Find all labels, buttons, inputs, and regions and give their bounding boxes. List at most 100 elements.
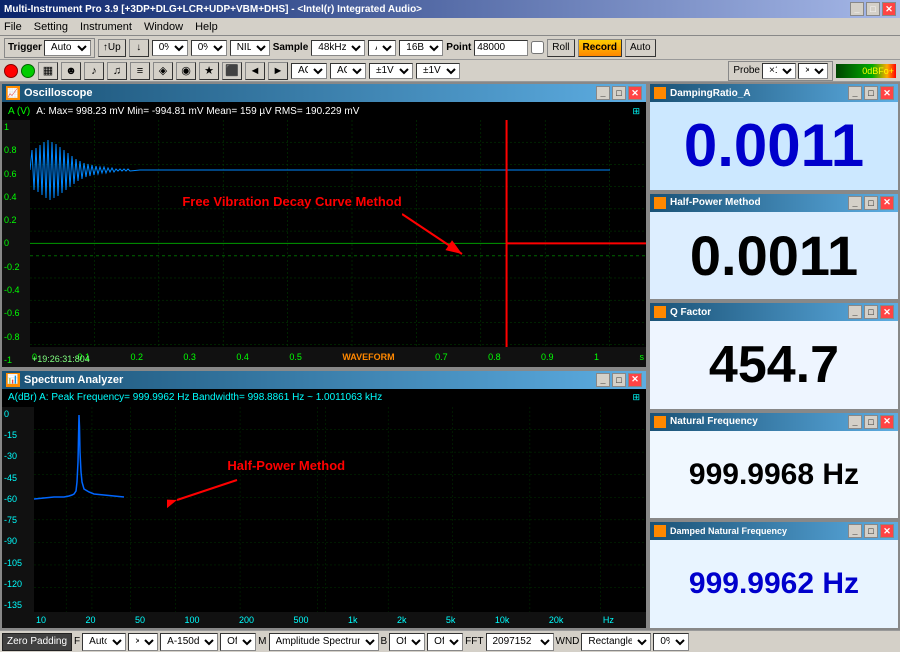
green-indicator xyxy=(21,64,35,78)
maximize-btn[interactable]: □ xyxy=(866,2,880,16)
damping-ratio-controls: _ □ ✕ xyxy=(848,86,894,100)
osc-x-axis: 0 0.1 0.2 0.3 0.4 0.5 WAVEFORM 0.7 0.8 0… xyxy=(30,347,646,367)
damping-minimize[interactable]: _ xyxy=(848,86,862,100)
off-select1[interactable]: Off xyxy=(220,633,256,651)
amp-spectrum-select[interactable]: Amplitude Spectrum xyxy=(269,633,379,651)
natural-freq-icon xyxy=(654,416,666,428)
half-power-maximize[interactable]: □ xyxy=(864,196,878,210)
pct-select-bottom[interactable]: 0% xyxy=(653,633,689,651)
wnd-select[interactable]: Rectangle xyxy=(581,633,651,651)
wnd-label: WND xyxy=(556,636,580,647)
osc-y-06: 0.6 xyxy=(4,169,28,179)
up-btn[interactable]: ↑Up xyxy=(98,39,126,57)
half-power-minimize[interactable]: _ xyxy=(848,196,862,210)
half-power-close[interactable]: ✕ xyxy=(880,196,894,210)
damping-ratio-title-bar: DampingRatio_A _ □ ✕ xyxy=(650,84,898,102)
q-factor-minimize[interactable]: _ xyxy=(848,305,862,319)
osc-y-n06: -0.6 xyxy=(4,308,28,318)
f-select[interactable]: Auto xyxy=(82,633,126,651)
spectrum-minimize[interactable]: _ xyxy=(596,373,610,387)
point-input[interactable] xyxy=(474,40,528,56)
probe-select[interactable]: ×1 xyxy=(762,63,796,79)
menu-help[interactable]: Help xyxy=(195,21,218,33)
nil-select[interactable]: NIL xyxy=(230,40,270,56)
q-factor-maximize[interactable]: □ xyxy=(864,305,878,319)
osc-icon: 📈 xyxy=(6,86,20,100)
spectrum-maximize[interactable]: □ xyxy=(612,373,626,387)
x1-select-bottom[interactable]: ×1 xyxy=(128,633,158,651)
osc-close[interactable]: ✕ xyxy=(628,86,642,100)
osc-status-bar: A (V) A: Max= 998.23 mV Min= -994.81 mV … xyxy=(2,102,646,120)
ac-select1[interactable]: AC xyxy=(291,63,327,79)
toolbar-icon-8[interactable]: ★ xyxy=(199,62,219,80)
sample-select[interactable]: 48kHz xyxy=(311,40,365,56)
osc-y-1: 1 xyxy=(4,122,28,132)
fft-label: FFT xyxy=(465,636,483,647)
damping-close[interactable]: ✕ xyxy=(880,86,894,100)
damped-freq-close[interactable]: ✕ xyxy=(880,524,894,538)
close-btn[interactable]: ✕ xyxy=(882,2,896,16)
ch-select[interactable]: A xyxy=(368,40,396,56)
natural-freq-minimize[interactable]: _ xyxy=(848,415,862,429)
x1-select[interactable]: ×1 xyxy=(798,63,828,79)
menu-instrument[interactable]: Instrument xyxy=(80,21,132,33)
off-select2[interactable]: Off xyxy=(389,633,425,651)
menu-setting[interactable]: Setting xyxy=(34,21,68,33)
zero-padding-btn[interactable]: Zero Padding xyxy=(2,633,72,651)
toolbar-icon-10[interactable]: ◄ xyxy=(245,62,265,80)
osc-maximize[interactable]: □ xyxy=(612,86,626,100)
toolbar-icon-2[interactable]: ☻ xyxy=(61,62,81,80)
natural-freq-maximize[interactable]: □ xyxy=(864,415,878,429)
record-btn[interactable]: Record xyxy=(578,39,622,57)
bit-select[interactable]: 16Bit xyxy=(399,40,443,56)
roll-btn[interactable]: Roll xyxy=(547,39,574,57)
menu-window[interactable]: Window xyxy=(144,21,183,33)
osc-y-axis: 1 0.8 0.6 0.4 0.2 0 -0.2 -0.4 -0.6 -0.8 … xyxy=(2,120,30,367)
trigger-select[interactable]: Auto xyxy=(44,40,91,56)
roll-checkbox[interactable] xyxy=(531,41,544,54)
down-btn[interactable]: ↓ xyxy=(129,39,149,57)
osc-minimize[interactable]: _ xyxy=(596,86,610,100)
spectrum-chart[interactable]: 0 -15 -30 -45 -60 -75 -90 -105 -120 -135 xyxy=(2,407,646,612)
osc-y-02: 0.2 xyxy=(4,215,28,225)
menu-file[interactable]: File xyxy=(4,21,22,33)
pct-select1[interactable]: 0% xyxy=(152,40,188,56)
pct-select2[interactable]: 0% xyxy=(191,40,227,56)
damping-maximize[interactable]: □ xyxy=(864,86,878,100)
toolbar-icon-7[interactable]: ◉ xyxy=(176,62,196,80)
toolbar-icon-3[interactable]: ♪ xyxy=(84,62,104,80)
toolbar-icon-4[interactable]: ♫ xyxy=(107,62,127,80)
toolbar-icon-1[interactable]: ▦ xyxy=(38,62,58,80)
osc-timestamp: +19:26:31:804 xyxy=(32,353,90,365)
probe-group: Probe ×1 ×1 xyxy=(728,61,833,81)
damped-freq-minimize[interactable]: _ xyxy=(848,524,862,538)
spectrum-info: A(dBr) A: Peak Frequency= 999.9962 Hz Ba… xyxy=(8,392,382,403)
minimize-btn[interactable]: _ xyxy=(850,2,864,16)
ac-select2[interactable]: AC xyxy=(330,63,366,79)
toolbar-icon-9[interactable]: ⬛ xyxy=(222,62,242,80)
damped-natural-freq-title-bar: Damped Natural Frequency _ □ ✕ xyxy=(650,522,898,540)
damped-freq-maximize[interactable]: □ xyxy=(864,524,878,538)
pm1v-select1[interactable]: ±1V xyxy=(369,63,413,79)
osc-chart[interactable]: 1 0.8 0.6 0.4 0.2 0 -0.2 -0.4 -0.6 -0.8 … xyxy=(2,120,646,367)
toolbar-icon-5[interactable]: ≡ xyxy=(130,62,150,80)
auto-btn[interactable]: Auto xyxy=(625,39,656,57)
off-select3[interactable]: Off xyxy=(427,633,463,651)
half-power-panel: Half-Power Method _ □ ✕ 0.0011 xyxy=(648,192,900,302)
damping-ratio-value: 0.0011 xyxy=(650,102,898,190)
osc-grid-icon: ⊞ xyxy=(632,106,640,117)
toolbar-icon-11[interactable]: ► xyxy=(268,62,288,80)
adb-select[interactable]: A-150dB xyxy=(160,633,218,651)
natural-freq-close[interactable]: ✕ xyxy=(880,415,894,429)
damping-ratio-title: DampingRatio_A xyxy=(670,88,751,99)
q-factor-close[interactable]: ✕ xyxy=(880,305,894,319)
damped-natural-freq-title: Damped Natural Frequency xyxy=(670,526,787,536)
fft-select[interactable]: 2097152 xyxy=(486,633,554,651)
damped-natural-freq-value: 999.9962 Hz xyxy=(650,540,898,628)
pm1v-select2[interactable]: ±1V xyxy=(416,63,460,79)
half-power-icon xyxy=(654,197,666,209)
red-indicator xyxy=(4,64,18,78)
point-label: Point xyxy=(446,42,471,53)
toolbar-icon-6[interactable]: ◈ xyxy=(153,62,173,80)
spectrum-close[interactable]: ✕ xyxy=(628,373,642,387)
